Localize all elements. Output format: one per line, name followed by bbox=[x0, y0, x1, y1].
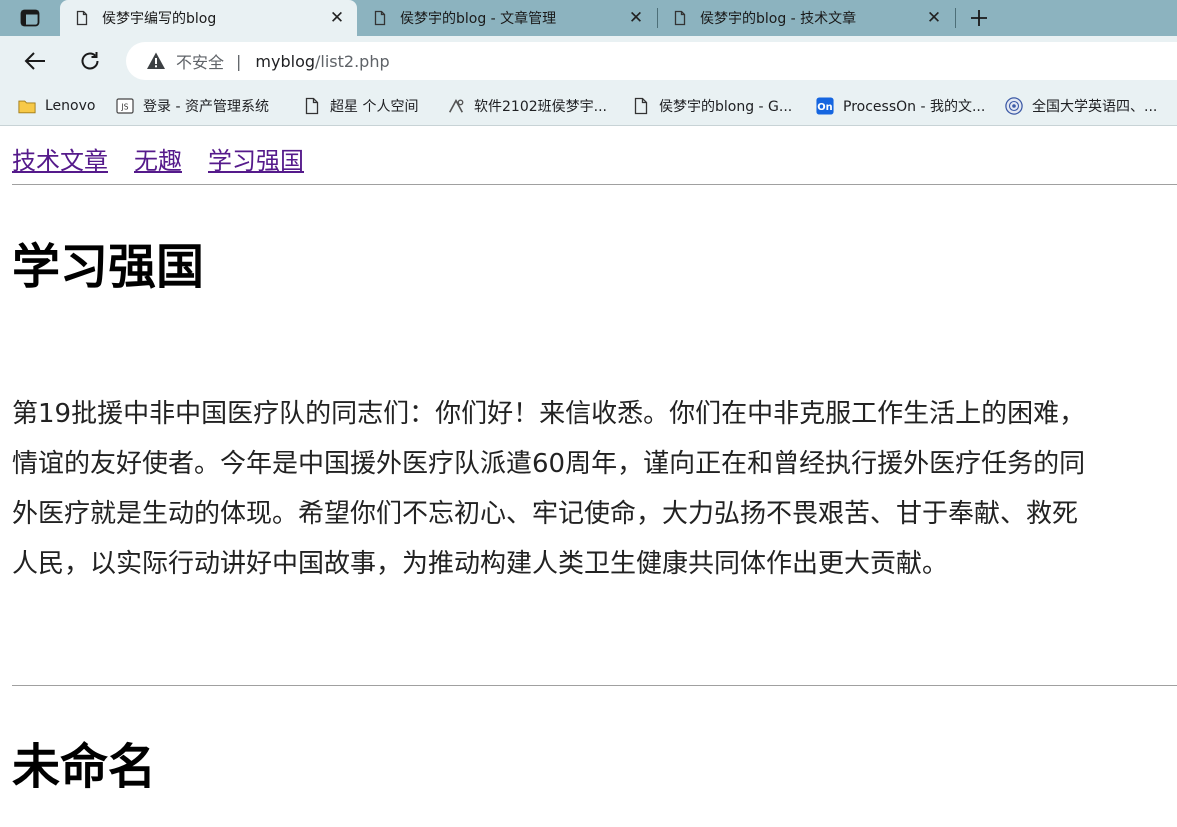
page-content: 技术文章 无趣 学习强国 学习强国 第19批援中非中国医疗队的同志们：你们好！来信收… bbox=[0, 127, 1177, 827]
tab-actions-button[interactable] bbox=[10, 5, 50, 31]
article-body-line: 外医疗就是生动的体现。希望你们不忘初心、牢记使命，大力弘扬不畏艰苦、甘于奉献、救… bbox=[12, 499, 1079, 529]
tab-separator bbox=[955, 8, 956, 28]
folder-icon bbox=[18, 97, 36, 115]
svg-text:JS: JS bbox=[121, 103, 129, 112]
bookmark-label: 登录 - 资产管理系统 bbox=[143, 99, 269, 115]
browser-toolbar: 不安全 | myblog/list2.php bbox=[0, 36, 1177, 86]
bookmark-processon[interactable]: On ProcessOn - 我的文... bbox=[816, 94, 985, 118]
address-bar[interactable]: 不安全 | myblog/list2.php bbox=[126, 42, 1177, 80]
bookmark-label: ProcessOn - 我的文... bbox=[843, 99, 986, 115]
arrow-left-icon bbox=[24, 52, 45, 70]
security-status[interactable]: 不安全 bbox=[176, 49, 224, 73]
bookmark-asset-login[interactable]: JS 登录 - 资产管理系统 bbox=[116, 94, 269, 118]
address-separator: | bbox=[236, 51, 242, 71]
page-icon bbox=[76, 10, 88, 26]
tab-title: 侯梦宇的blog - 技术文章 bbox=[700, 11, 857, 27]
article-title: 学习强国 bbox=[12, 239, 205, 295]
article-body-line: 第19批援中非中国医疗队的同志们：你们好！来信收悉。你们在中非克服工作生活上的困… bbox=[12, 399, 1086, 429]
processon-icon: On bbox=[816, 97, 834, 115]
svg-text:On: On bbox=[817, 102, 832, 113]
article-title: 未命名 bbox=[12, 739, 157, 795]
bookmarks-bar: Lenovo JS 登录 - 资产管理系统 超星 个人空间 软件2102班侯梦宇… bbox=[0, 86, 1177, 126]
new-tab-button[interactable] bbox=[966, 5, 992, 31]
bookmark-label: 全国大学英语四、... bbox=[1032, 99, 1158, 115]
warning-icon[interactable] bbox=[146, 51, 166, 71]
page-icon bbox=[674, 10, 686, 26]
bookmark-blong[interactable]: 侯梦宇的blong - G... bbox=[632, 94, 792, 118]
divider bbox=[12, 184, 1177, 185]
url-host: myblog bbox=[255, 51, 316, 71]
bookmark-label: 超星 个人空间 bbox=[330, 99, 419, 115]
bookmark-label: 软件2102班侯梦宇... bbox=[474, 99, 607, 115]
js-file-icon: JS bbox=[116, 97, 134, 115]
tab-2[interactable]: 侯梦宇的blog - 文章管理 ✕ bbox=[358, 0, 656, 36]
back-button[interactable] bbox=[19, 45, 51, 77]
close-icon[interactable]: ✕ bbox=[926, 8, 942, 28]
url-path: /list2.php bbox=[315, 51, 390, 71]
close-icon[interactable]: ✕ bbox=[628, 8, 644, 28]
tab-strip: 侯梦宇编写的blog ✕ 侯梦宇的blog - 文章管理 ✕ 侯梦宇的blog … bbox=[0, 0, 1177, 36]
reload-button[interactable] bbox=[74, 45, 106, 77]
tool-icon bbox=[447, 97, 465, 115]
bookmark-cet[interactable]: 全国大学英语四、... bbox=[1005, 94, 1157, 118]
article-body-line: 情谊的友好使者。今年是中国援外医疗队派遣60周年，谨向正在和曾经执行援外医疗任务… bbox=[12, 449, 1086, 479]
tab-title: 侯梦宇编写的blog bbox=[102, 11, 217, 27]
tab-title: 侯梦宇的blog - 文章管理 bbox=[400, 11, 557, 27]
article-body-line: 人民，以实际行动讲好中国故事，为推动构建人类卫生健康共同体作出更大贡献。 bbox=[12, 549, 949, 579]
bookmark-lenovo[interactable]: Lenovo bbox=[18, 94, 95, 118]
article-body: 第19批援中非中国医疗队的同志们：你们好！来信收悉。你们在中非克服工作生活上的困… bbox=[12, 389, 1177, 589]
tab-3[interactable]: 侯梦宇的blog - 技术文章 ✕ bbox=[658, 0, 954, 36]
nav-link-tech-articles[interactable]: 技术文章 bbox=[12, 147, 108, 175]
page-icon bbox=[632, 97, 650, 115]
bookmark-class-2102[interactable]: 软件2102班侯梦宇... bbox=[447, 94, 607, 118]
page-icon bbox=[303, 97, 321, 115]
site-nav: 技术文章 无趣 学习强国 bbox=[12, 141, 330, 176]
page-icon bbox=[374, 10, 386, 26]
bookmark-label: 侯梦宇的blong - G... bbox=[659, 99, 793, 115]
emblem-icon bbox=[1005, 97, 1023, 115]
bookmark-chaoxing[interactable]: 超星 个人空间 bbox=[303, 94, 418, 118]
nav-link-xuexi-qiangguo[interactable]: 学习强国 bbox=[208, 147, 304, 175]
close-icon[interactable]: ✕ bbox=[329, 8, 345, 28]
nav-link-boring[interactable]: 无趣 bbox=[134, 147, 182, 175]
plus-icon bbox=[971, 10, 987, 26]
tab-actions-icon bbox=[20, 9, 40, 27]
bookmark-label: Lenovo bbox=[45, 98, 96, 114]
reload-icon bbox=[81, 52, 99, 70]
tab-1[interactable]: 侯梦宇编写的blog ✕ bbox=[60, 0, 357, 36]
divider bbox=[12, 685, 1177, 686]
